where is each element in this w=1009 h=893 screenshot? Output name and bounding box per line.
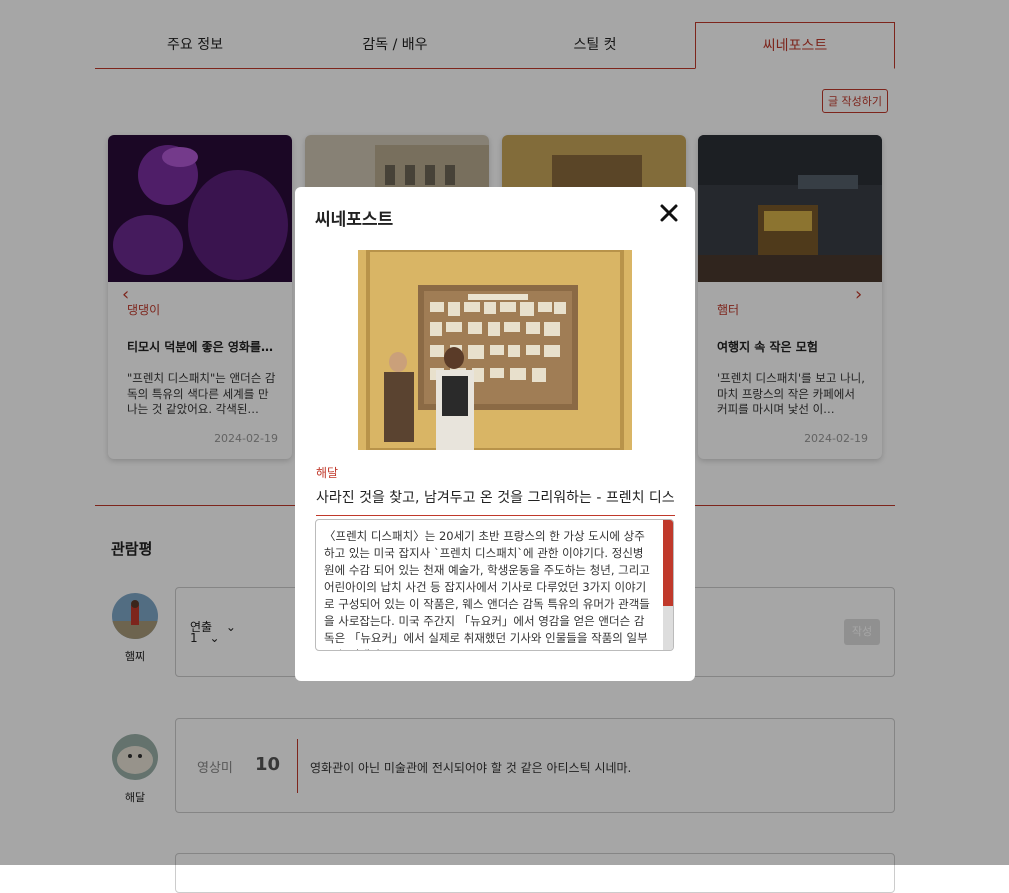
post-content-area[interactable]: 〈프렌치 디스패치〉는 20세기 초반 프랑스의 한 가상 도시에 상주하고 있…	[315, 519, 674, 651]
modal-title: 씨네포스트	[315, 210, 394, 230]
scrollbar[interactable]	[663, 520, 673, 650]
post-author: 해달	[316, 466, 339, 480]
post-title-field[interactable]: 사라진 것을 찾고, 남겨두고 온 것을 그리워하는 - 프렌치 디스패치	[316, 487, 675, 516]
close-icon[interactable]	[657, 201, 681, 225]
post-image	[358, 250, 632, 450]
scrollbar-thumb[interactable]	[663, 520, 673, 606]
post-content: 〈프렌치 디스패치〉는 20세기 초반 프랑스의 한 가상 도시에 상주하고 있…	[324, 529, 650, 650]
cinepost-modal: 씨네포스트 해달 사라진 것을 찾고, 남겨두고 온 것을 그리워하는 - 프렌…	[295, 187, 695, 681]
